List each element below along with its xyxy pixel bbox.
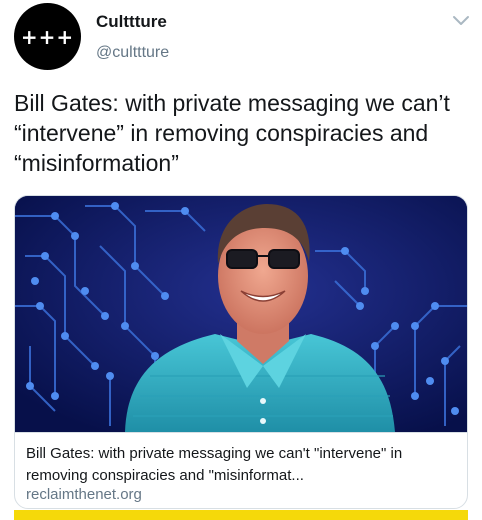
tweet-header: +++ Culttture @culttture bbox=[0, 0, 482, 80]
card-image[interactable] bbox=[15, 196, 467, 432]
card-domain[interactable]: reclaimthenet.org bbox=[26, 486, 142, 503]
card-body[interactable]: Bill Gates: with private messaging we ca… bbox=[15, 432, 467, 508]
accent-bar bbox=[14, 510, 468, 520]
avatar[interactable]: +++ bbox=[14, 3, 81, 70]
card-title[interactable]: Bill Gates: with private messaging we ca… bbox=[26, 443, 456, 487]
portrait-image bbox=[15, 196, 467, 432]
chevron-down-icon[interactable] bbox=[452, 14, 470, 28]
tweet-text: Bill Gates: with private messaging we ca… bbox=[14, 90, 450, 176]
link-card[interactable]: Bill Gates: with private messaging we ca… bbox=[14, 195, 468, 509]
user-handle[interactable]: @culttture bbox=[96, 44, 169, 62]
display-name[interactable]: Culttture bbox=[96, 12, 167, 32]
